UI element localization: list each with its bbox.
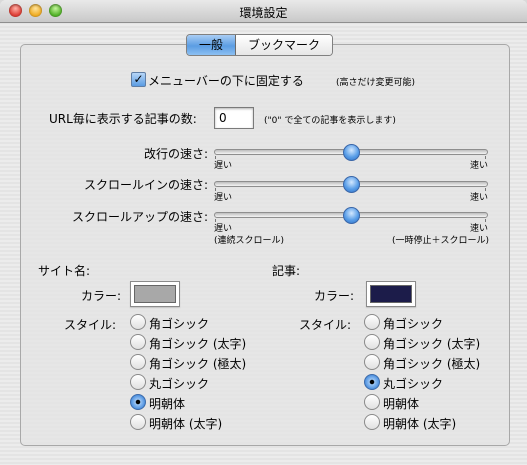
site-style-option-label[interactable]: 明朝体 (太字) (149, 415, 222, 432)
articles-per-url-note: ("0" で全ての記事を表示します) (264, 116, 396, 126)
window-title: 環境設定 (239, 6, 288, 20)
menubar-fix-note: (高さだけ変更可能) (336, 78, 416, 88)
line-speed-label: 改行の速さ: (143, 147, 208, 161)
article-style-radio[interactable] (364, 354, 380, 370)
article-style-radio[interactable] (364, 334, 380, 350)
site-style-option-label[interactable]: 角ゴシック (149, 315, 209, 332)
site-color-well[interactable] (130, 281, 180, 307)
checkmark-icon: ✓ (133, 72, 144, 86)
article-color-label: カラー: (314, 289, 355, 303)
menubar-fix-checkbox[interactable]: ✓ (131, 72, 146, 87)
scroll-up-speed-slider-knob[interactable] (342, 207, 360, 224)
scroll-in-speed-min-label: 遅い (214, 193, 233, 203)
site-style-radio[interactable] (130, 394, 146, 410)
articles-per-url-value: 0 (219, 111, 227, 125)
site-color-label: カラー: (81, 289, 122, 303)
scroll-up-speed-min-sublabel: (連続スクロール) (214, 236, 285, 246)
preferences-window: 環境設定 一般 ブックマーク ✓ メニューバーの下に固定する (高さだけ変更可能… (0, 0, 527, 465)
site-section-heading: サイト名: (38, 264, 91, 278)
article-section-heading: 記事: (272, 264, 301, 278)
article-style-option-label[interactable]: 角ゴシック (極太) (383, 355, 480, 372)
article-color-well[interactable] (366, 281, 416, 307)
articles-per-url-field[interactable]: 0 (214, 107, 254, 129)
article-style-option-label[interactable]: 丸ゴシック (383, 375, 443, 392)
tab-bookmarks[interactable]: ブックマーク (236, 35, 333, 55)
article-style-radio[interactable] (364, 414, 380, 430)
site-style-option-label[interactable]: 丸ゴシック (149, 375, 209, 392)
menubar-fix-label[interactable]: メニューバーの下に固定する (148, 72, 304, 89)
article-style-radio[interactable] (364, 374, 380, 390)
article-style-option-label[interactable]: 角ゴシック (383, 315, 443, 332)
article-style-radio[interactable] (364, 314, 380, 330)
line-speed-max-label: 速い (470, 161, 489, 171)
article-style-option-label[interactable]: 明朝体 (太字) (383, 415, 456, 432)
site-style-option-label[interactable]: 角ゴシック (極太) (149, 355, 246, 372)
tab-selector: 一般 ブックマーク (186, 34, 334, 56)
line-speed-min-label: 遅い (214, 161, 233, 171)
article-style-radio[interactable] (364, 394, 380, 410)
site-style-radio[interactable] (130, 334, 146, 350)
site-style-label: スタイル: (64, 318, 117, 332)
articles-per-url-label: URL毎に表示する記事の数: (49, 112, 197, 126)
line-speed-slider-knob[interactable] (342, 144, 360, 161)
site-color-fill (134, 285, 176, 303)
site-style-radio[interactable] (130, 314, 146, 330)
article-style-option-label[interactable]: 角ゴシック (太字) (383, 335, 480, 352)
tab-general[interactable]: 一般 (187, 35, 237, 55)
scroll-in-speed-slider-knob[interactable] (342, 176, 360, 193)
site-style-option-label[interactable]: 明朝体 (149, 395, 185, 412)
site-style-option-label[interactable]: 角ゴシック (太字) (149, 335, 246, 352)
article-style-option-label[interactable]: 明朝体 (383, 395, 419, 412)
site-style-radio[interactable] (130, 354, 146, 370)
site-style-radio[interactable] (130, 374, 146, 390)
scroll-up-speed-label: スクロールアップの速さ: (71, 210, 208, 224)
scroll-in-speed-max-label: 速い (470, 193, 489, 203)
article-color-fill (370, 285, 412, 303)
scroll-in-speed-label: スクロールインの速さ: (83, 178, 208, 192)
article-style-label: スタイル: (299, 318, 352, 332)
title-bar: 環境設定 (0, 0, 527, 23)
scroll-up-speed-max-sublabel: (一時停止＋スクロール) (392, 236, 490, 246)
site-style-radio[interactable] (130, 414, 146, 430)
